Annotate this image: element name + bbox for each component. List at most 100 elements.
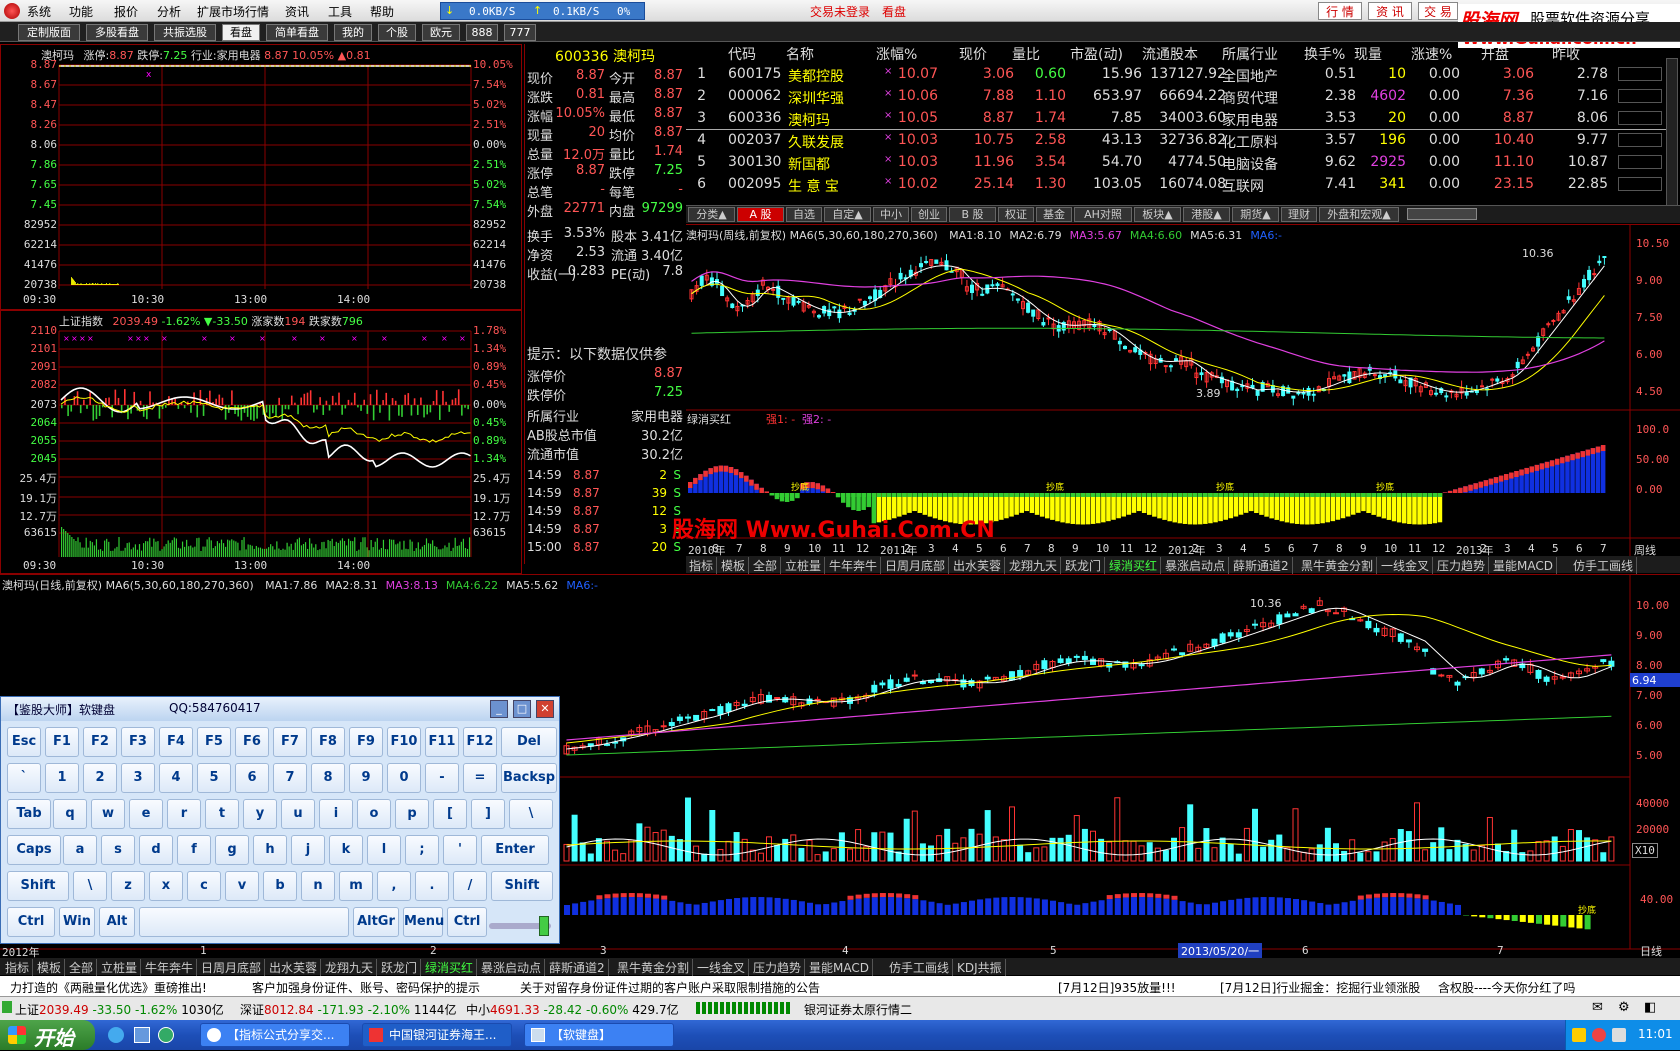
key-F12[interactable]: F12 xyxy=(463,727,497,757)
news-item-3[interactable]: [7月12日]935放量!!! xyxy=(1058,979,1176,996)
key-l[interactable]: l xyxy=(367,835,401,865)
indicator-tab-11[interactable]: 薛斯通道2 xyxy=(546,959,609,976)
key-F5[interactable]: F5 xyxy=(197,727,231,757)
table-row[interactable]: 4002037久联发展10.0310.752.5843.1332736.82化工… xyxy=(686,130,1666,152)
indicator-tab-0[interactable]: 指标 xyxy=(2,959,33,976)
indicator-tab-8[interactable]: 跃龙门 xyxy=(378,959,421,976)
indicator-tab-6[interactable]: 出水芙蓉 xyxy=(950,557,1005,574)
key-m[interactable]: m xyxy=(339,871,373,901)
table-header-cell[interactable]: 所属行业 xyxy=(1222,44,1278,64)
indicator-tab-13[interactable]: 一线金叉 xyxy=(694,959,749,976)
indicator-tab-10[interactable]: 暴涨启动点 xyxy=(1162,557,1229,574)
news-item-2[interactable]: 关于对留存身份证件过期的客户账户采取限制措施的公告 xyxy=(520,979,820,996)
app-icon[interactable] xyxy=(4,3,20,19)
key-\[interactable]: \ xyxy=(509,799,553,829)
indicator-tab-5[interactable]: 日周月底部 xyxy=(882,557,949,574)
category-tab-9[interactable]: AH对照 xyxy=(1074,207,1132,222)
trade-mode-button[interactable]: 交 易 xyxy=(1418,2,1458,20)
tab-multi-stock[interactable]: 多股看盘 xyxy=(86,24,148,41)
key-3[interactable]: 3 xyxy=(121,763,155,793)
indicator-tab-8[interactable]: 跃龙门 xyxy=(1062,557,1105,574)
indicator-tab-13[interactable]: 一线金叉 xyxy=(1378,557,1433,574)
tab-888[interactable]: 888 xyxy=(466,24,498,41)
taskbar-window-galaxy[interactable]: 中国银河证券海王... xyxy=(362,1023,512,1047)
key-'[interactable]: ' xyxy=(443,835,477,865)
key-AltGr[interactable]: AltGr xyxy=(353,907,399,937)
key-4[interactable]: 4 xyxy=(159,763,193,793)
key-k[interactable]: k xyxy=(329,835,363,865)
key-F9[interactable]: F9 xyxy=(349,727,383,757)
key-r[interactable]: r xyxy=(167,799,201,829)
keyboard-titlebar[interactable]: 【鉴股大师】软键盘 QQ:584760417 _ □ ✕ xyxy=(1,697,559,721)
key-t[interactable]: t xyxy=(205,799,239,829)
table-header-cell[interactable]: 量比 xyxy=(1012,44,1040,64)
category-tab-13[interactable]: 理财 xyxy=(1281,207,1317,222)
table-header-cell[interactable]: 现价 xyxy=(959,44,987,64)
key-Tab[interactable]: Tab xyxy=(7,799,51,829)
key-e[interactable]: e xyxy=(129,799,163,829)
key-6[interactable]: 6 xyxy=(235,763,269,793)
key-F1[interactable]: F1 xyxy=(45,727,79,757)
table-header-cell[interactable]: 涨幅% xyxy=(876,44,917,64)
maximize-icon[interactable]: □ xyxy=(513,700,531,718)
news-item-0[interactable]: 力打造的《两融量化优选》重磅推出! xyxy=(10,979,207,996)
message-icon[interactable]: ✉ xyxy=(1592,1000,1603,1015)
key-=[interactable]: = xyxy=(463,763,497,793)
lock-icon[interactable]: ◧ xyxy=(1644,1000,1656,1015)
key-F10[interactable]: F10 xyxy=(387,727,421,757)
category-tab-6[interactable]: B 股 xyxy=(949,207,996,222)
table-header-cell[interactable]: 流通股本 xyxy=(1142,44,1198,64)
key-z[interactable]: z xyxy=(111,871,145,901)
key-d[interactable]: d xyxy=(139,835,173,865)
indicator-tab-11[interactable]: 薛斯通道2 xyxy=(1230,557,1293,574)
category-tab-7[interactable]: 权证 xyxy=(998,207,1034,222)
news-item-4[interactable]: [7月12日]行业掘金：挖掘行业领涨股 xyxy=(1220,979,1420,996)
table-scrollbar[interactable] xyxy=(1666,58,1678,208)
key-x[interactable]: x xyxy=(149,871,183,901)
slider-thumb[interactable] xyxy=(539,916,549,936)
key-F2[interactable]: F2 xyxy=(83,727,117,757)
indicator-tab-1[interactable]: 模板 xyxy=(718,557,749,574)
key-7[interactable]: 7 xyxy=(273,763,307,793)
key-5[interactable]: 5 xyxy=(197,763,231,793)
news-item-1[interactable]: 客户加强身份证件、账号、密码保护的提示 xyxy=(252,979,480,996)
minimize-icon[interactable]: _ xyxy=(490,700,508,718)
key-8[interactable]: 8 xyxy=(311,763,345,793)
key-Esc[interactable]: Esc xyxy=(7,727,41,757)
category-tab-14[interactable]: 外盘和宏观▲ xyxy=(1319,207,1399,222)
indicator-tab-2[interactable]: 全部 xyxy=(66,959,97,976)
key-[[interactable]: [ xyxy=(433,799,467,829)
key-F3[interactable]: F3 xyxy=(121,727,155,757)
intraday-chart[interactable]: 澳柯玛 涨停:8.87 跌停:7.25 行业:家用电器 8.87 10.05% … xyxy=(0,44,522,310)
menu-quote[interactable]: 报价 xyxy=(114,3,138,20)
key-s[interactable]: s xyxy=(101,835,135,865)
tab-custom[interactable]: 定制版面 xyxy=(18,24,80,41)
category-tab-4[interactable]: 中小 xyxy=(873,207,909,222)
key-Caps[interactable]: Caps xyxy=(7,835,61,865)
category-tab-12[interactable]: 期货▲ xyxy=(1232,207,1279,222)
key-f[interactable]: f xyxy=(177,835,211,865)
quote-mode-button[interactable]: 行 情 xyxy=(1318,2,1362,20)
category-tab-3[interactable]: 自定▲ xyxy=(824,207,871,222)
indicator-tab-12[interactable]: 黑牛黄金分割 xyxy=(614,959,693,976)
indicator-tab-16[interactable]: 仿手工画线 xyxy=(886,959,953,976)
taskbar-window-formula[interactable]: 【指标公式分享交... xyxy=(200,1023,350,1047)
category-tab-5[interactable]: 创业 xyxy=(911,207,947,222)
table-header-cell[interactable]: 市盈(动) xyxy=(1070,44,1123,64)
key-`[interactable]: ` xyxy=(7,763,41,793)
key-g[interactable]: g xyxy=(215,835,249,865)
indicator-tab-14[interactable]: 压力趋势 xyxy=(750,959,805,976)
key-2[interactable]: 2 xyxy=(83,763,117,793)
key-0[interactable]: 0 xyxy=(387,763,421,793)
key-Alt[interactable]: Alt xyxy=(99,907,135,937)
indicator-tab-3[interactable]: 立桩量 xyxy=(782,557,825,574)
category-tab-2[interactable]: 自选 xyxy=(786,207,822,222)
indicator-tab-7[interactable]: 龙翔九天 xyxy=(322,959,377,976)
close-icon[interactable]: ✕ xyxy=(536,700,554,718)
news-item-5[interactable]: 含权股----今天你分红了吗 xyxy=(1438,979,1575,996)
table-header-cell[interactable]: 现量 xyxy=(1354,44,1382,64)
key-;[interactable]: ; xyxy=(405,835,439,865)
key-Menu[interactable]: Menu xyxy=(403,907,443,937)
indicator-tab-5[interactable]: 日周月底部 xyxy=(198,959,265,976)
key-\[interactable]: \ xyxy=(73,871,107,901)
